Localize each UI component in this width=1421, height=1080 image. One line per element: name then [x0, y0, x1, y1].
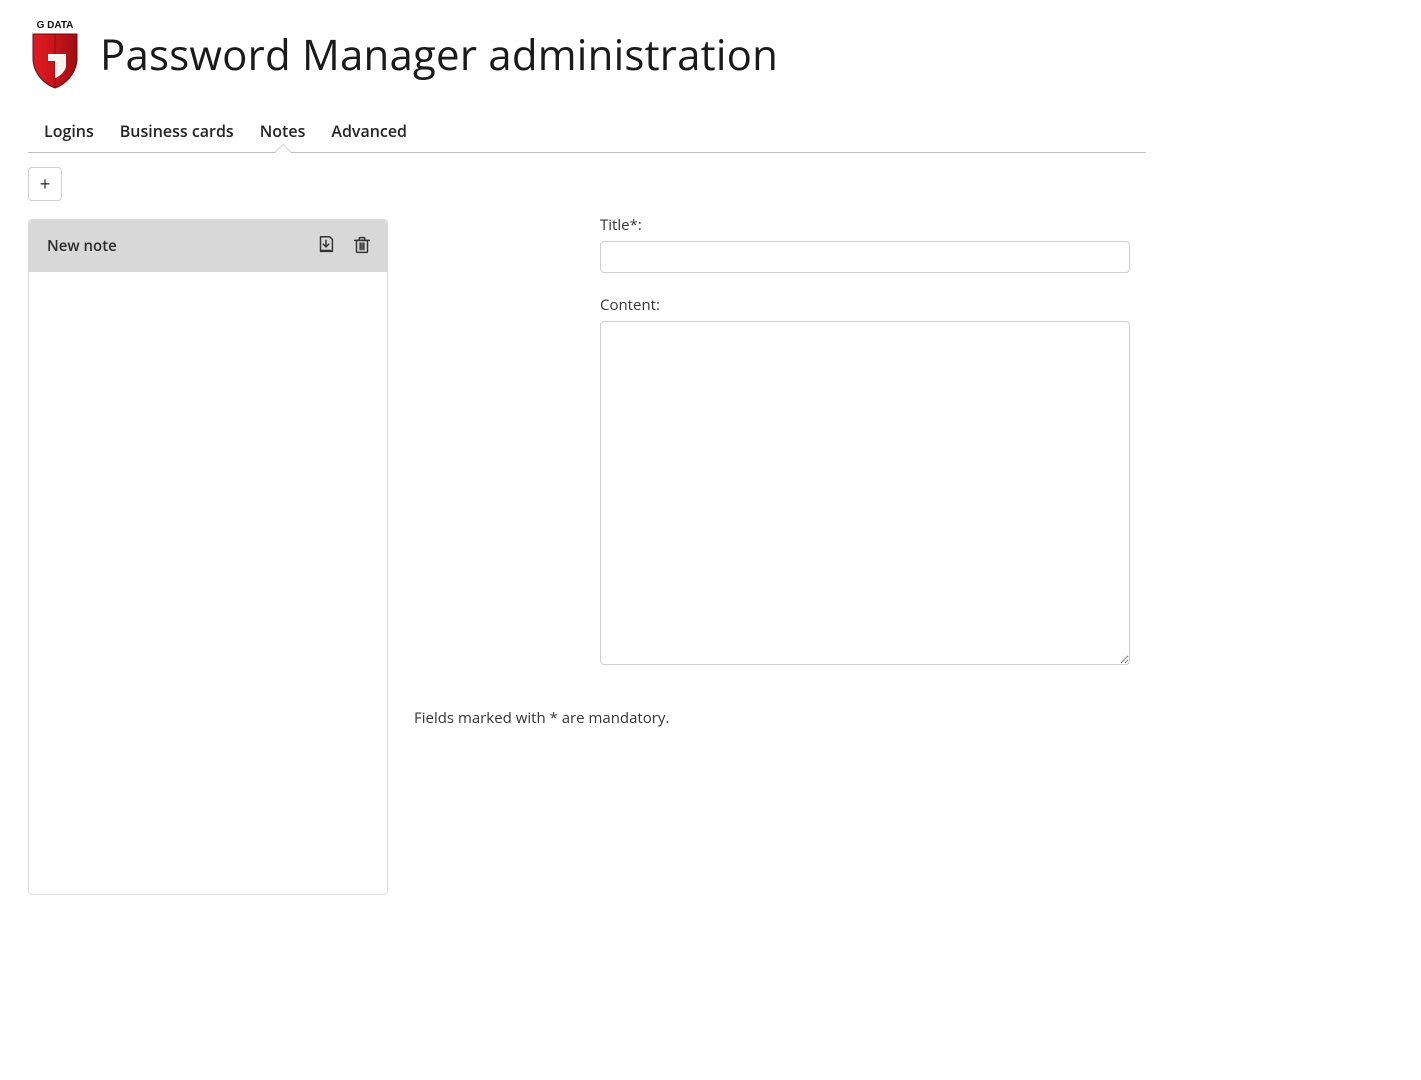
logo-text: G DATA — [37, 20, 74, 31]
save-note-button[interactable] — [313, 232, 339, 261]
trash-icon — [351, 234, 373, 259]
mandatory-fields-note: Fields marked with * are mandatory. — [414, 708, 1130, 728]
note-list-item[interactable]: New note — [29, 220, 387, 272]
page-title: Password Manager administration — [100, 26, 778, 83]
header: G DATA Password Manager administration — [28, 18, 1393, 90]
add-note-button[interactable]: + — [28, 167, 62, 201]
tab-bar: Logins Business cards Notes Advanced — [28, 120, 1146, 153]
tab-business-cards[interactable]: Business cards — [120, 120, 234, 152]
gdata-logo: G DATA — [28, 18, 82, 90]
save-icon — [315, 234, 337, 259]
tab-notes[interactable]: Notes — [260, 120, 306, 152]
content-textarea[interactable] — [600, 321, 1130, 665]
title-input[interactable] — [600, 241, 1130, 273]
tab-logins[interactable]: Logins — [44, 120, 94, 152]
tab-advanced[interactable]: Advanced — [331, 120, 407, 152]
content-label: Content: — [600, 295, 1130, 315]
title-label: Title*: — [600, 215, 1130, 235]
delete-note-button[interactable] — [349, 232, 375, 261]
notes-list-panel: New note — [28, 219, 388, 895]
note-item-title: New note — [47, 236, 117, 256]
